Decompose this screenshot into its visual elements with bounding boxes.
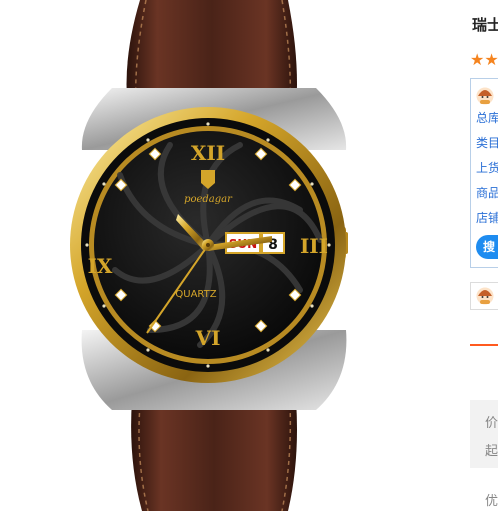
- star-icon: ★: [484, 50, 498, 69]
- numeral-iii: III: [300, 234, 328, 258]
- quartz-label: QUARTZ: [175, 289, 216, 300]
- seller-link-category[interactable]: 类目: [476, 134, 498, 151]
- watch-illustration: XII III VI IX poedagar SUN 8 QUARTZ: [70, 0, 348, 511]
- product-info-panel: 瑞士 ★★ 总库 类目 上货 商品 店铺 搜 价 起 优: [460, 0, 498, 511]
- price-label: 价: [485, 416, 498, 431]
- seller-link-warehouse[interactable]: 总库: [476, 109, 498, 126]
- product-title: 瑞士: [472, 16, 498, 34]
- seller-link-store[interactable]: 店铺: [476, 209, 498, 226]
- star-icon: ★: [470, 50, 485, 69]
- tab-underline: [470, 344, 498, 346]
- promo-label: 优: [485, 494, 498, 509]
- avatar-icon: [476, 287, 494, 305]
- numeral-ix: IX: [88, 254, 113, 278]
- avatar-icon: [476, 87, 494, 105]
- seller-info-box-collapsed[interactable]: [470, 282, 498, 310]
- lower-strap: [131, 400, 297, 511]
- brand-text: poedagar: [184, 194, 233, 205]
- seller-link-product[interactable]: 商品: [476, 184, 498, 201]
- rating-stars: ★★: [470, 50, 498, 69]
- search-button[interactable]: 搜: [476, 235, 498, 259]
- product-image[interactable]: XII III VI IX poedagar SUN 8 QUARTZ: [0, 0, 460, 511]
- price-start-label: 起: [485, 444, 498, 459]
- numeral-vi: VI: [195, 326, 221, 350]
- seller-link-listing[interactable]: 上货: [476, 159, 498, 176]
- price-box: 价 起: [470, 400, 498, 468]
- numeral-xii: XII: [191, 141, 225, 165]
- seller-info-box: 总库 类目 上货 商品 店铺 搜: [470, 78, 498, 268]
